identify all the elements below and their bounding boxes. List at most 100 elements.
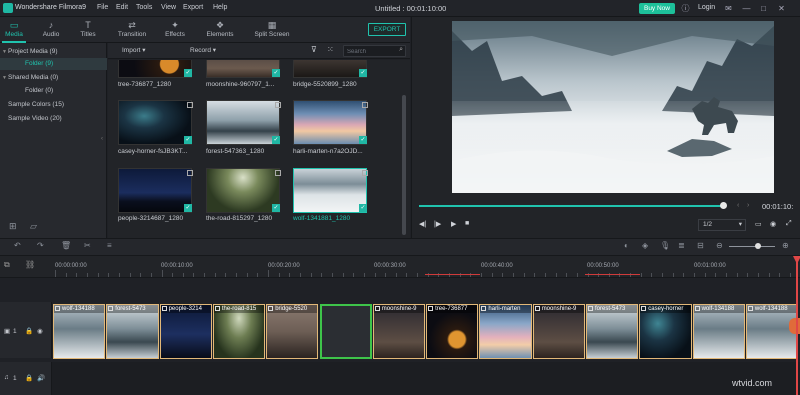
- render-icon[interactable]: ◐: [624, 241, 629, 250]
- check-icon[interactable]: ✓: [184, 69, 192, 77]
- timeline-clip[interactable]: bridge-5520: [266, 304, 319, 359]
- fullscreen-icon[interactable]: ⤢: [786, 220, 792, 228]
- new-folder-icon[interactable]: ⊞: [9, 221, 21, 231]
- media-scrollbar[interactable]: [402, 95, 406, 235]
- timeline-clip[interactable]: tree-736877: [426, 304, 479, 359]
- progress-handle[interactable]: [720, 202, 727, 209]
- play-from-start-icon[interactable]: |▶: [434, 220, 441, 228]
- media-thumb-forest[interactable]: [206, 100, 280, 145]
- check-icon[interactable]: ✓: [184, 136, 192, 144]
- folder-add-icon[interactable]: ▱: [30, 221, 42, 231]
- lock-icon[interactable]: 🔒: [25, 374, 33, 382]
- snapshot-icon[interactable]: ◉: [770, 220, 776, 228]
- menu-export[interactable]: Export: [183, 4, 203, 11]
- menu-view[interactable]: View: [161, 4, 176, 11]
- preview-progress-bar[interactable]: [419, 205, 724, 207]
- check-icon[interactable]: ✓: [359, 204, 367, 212]
- audio-track[interactable]: [52, 362, 800, 395]
- timeline-clip[interactable]: wolf-134188: [692, 304, 745, 359]
- tab-titles[interactable]: T Titles: [74, 17, 102, 43]
- undo-icon[interactable]: ↶: [14, 241, 21, 250]
- check-icon[interactable]: ✓: [272, 204, 280, 212]
- tab-split-screen[interactable]: ▦ Split Screen: [250, 17, 294, 43]
- timeline-clip[interactable]: [319, 304, 372, 359]
- timeline-clip[interactable]: forest-5473: [586, 304, 639, 359]
- maximize-icon[interactable]: □: [758, 3, 769, 14]
- cut-icon[interactable]: ✂: [84, 241, 91, 250]
- media-thumb-harli-marten[interactable]: [293, 100, 367, 145]
- media-thumb-bridge[interactable]: [293, 60, 367, 78]
- search-icon[interactable]: ⌕: [399, 46, 403, 54]
- zoom-out-icon[interactable]: ⊖: [716, 241, 723, 250]
- marker-right-icon[interactable]: ›: [747, 202, 749, 209]
- menu-help[interactable]: Help: [213, 4, 227, 11]
- timeline-clip[interactable]: moonshine-9: [532, 304, 585, 359]
- search-input[interactable]: [347, 47, 391, 56]
- menu-file[interactable]: File: [97, 4, 108, 11]
- playhead[interactable]: [796, 256, 798, 395]
- info-icon[interactable]: ⓘ: [680, 3, 691, 14]
- tab-media[interactable]: ▭ Media: [2, 17, 26, 43]
- add-track-icon[interactable]: ⧉: [4, 260, 10, 270]
- delete-icon[interactable]: 🗑: [61, 241, 71, 250]
- step-back-icon[interactable]: ◀|: [419, 220, 426, 228]
- zoom-slider[interactable]: [729, 246, 775, 247]
- speaker-icon[interactable]: 🔊: [37, 374, 45, 382]
- eye-icon[interactable]: ◉: [37, 327, 43, 335]
- timeline-clip[interactable]: moonshine-9: [372, 304, 426, 359]
- video-preview[interactable]: [452, 21, 774, 193]
- timeline-clip[interactable]: wolf-134188: [53, 304, 106, 359]
- media-thumb-tree[interactable]: [118, 60, 192, 78]
- buy-now-button[interactable]: Buy Now: [639, 3, 675, 14]
- tab-transition[interactable]: ⇄ Transition: [112, 17, 152, 43]
- filter-icon[interactable]: ⊽: [311, 45, 317, 54]
- timeline-clip[interactable]: the-road-815: [212, 304, 266, 359]
- minimize-icon[interactable]: —: [741, 3, 752, 14]
- close-icon[interactable]: ✕: [776, 3, 787, 14]
- export-button[interactable]: EXPORT: [368, 23, 406, 36]
- audio-mixer-icon[interactable]: ≣: [678, 241, 685, 250]
- lock-icon[interactable]: 🔒: [25, 327, 33, 335]
- timeline-clip[interactable]: people-3214: [159, 304, 212, 359]
- tab-effects[interactable]: ✦ Effects: [158, 17, 192, 43]
- mail-icon[interactable]: ✉: [723, 3, 734, 14]
- media-thumb-the-road[interactable]: [206, 168, 280, 213]
- stop-icon[interactable]: ■: [465, 220, 469, 227]
- check-icon[interactable]: ✓: [184, 204, 192, 212]
- check-icon[interactable]: ✓: [272, 136, 280, 144]
- marker-left-icon[interactable]: ‹: [737, 202, 739, 209]
- timeline-clip[interactable]: casey-horner: [639, 304, 692, 359]
- zoom-slider-handle[interactable]: [755, 243, 761, 249]
- check-icon[interactable]: ✓: [359, 136, 367, 144]
- preview-quality-select[interactable]: 1/2 ▾: [698, 219, 746, 231]
- timeline-clip[interactable]: harli-marten: [479, 304, 532, 359]
- marker-icon[interactable]: ◈: [642, 241, 648, 250]
- link-icon[interactable]: ⛓: [25, 260, 35, 269]
- microphone-icon[interactable]: 🎙: [660, 241, 670, 250]
- zoom-in-icon[interactable]: ⊕: [782, 241, 789, 250]
- tree-folder-9[interactable]: Folder (9): [0, 58, 107, 70]
- tree-folder-0[interactable]: Folder (0): [0, 85, 107, 97]
- redo-icon[interactable]: ↷: [37, 241, 44, 250]
- media-thumb-casey-horner[interactable]: [118, 100, 192, 145]
- media-thumb-moonshine[interactable]: [206, 60, 280, 78]
- collapse-panel-icon[interactable]: ‹: [101, 136, 103, 142]
- tree-project-media[interactable]: ▼ Project Media (9): [0, 46, 107, 58]
- adjust-icon[interactable]: ≡: [107, 241, 112, 250]
- media-thumb-people[interactable]: [118, 168, 192, 213]
- tree-sample-video[interactable]: Sample Video (20): [0, 113, 107, 125]
- scroll-handle[interactable]: [789, 318, 800, 334]
- media-thumb-wolf[interactable]: [293, 168, 367, 213]
- check-icon[interactable]: ✓: [359, 69, 367, 77]
- import-dropdown[interactable]: Import ▾: [122, 46, 146, 54]
- menu-tools[interactable]: Tools: [136, 4, 152, 11]
- check-icon[interactable]: ✓: [272, 69, 280, 77]
- menu-edit[interactable]: Edit: [116, 4, 128, 11]
- play-icon[interactable]: ▶: [451, 220, 456, 228]
- tree-sample-colors[interactable]: Sample Colors (15): [0, 99, 107, 111]
- grid-view-icon[interactable]: ⁙: [327, 45, 334, 54]
- monitor-icon[interactable]: ▭: [755, 220, 762, 228]
- tree-shared-media[interactable]: ▼ Shared Media (0): [0, 72, 107, 84]
- tab-elements[interactable]: ❖ Elements: [201, 17, 239, 43]
- timeline-clip[interactable]: forest-5473: [106, 304, 159, 359]
